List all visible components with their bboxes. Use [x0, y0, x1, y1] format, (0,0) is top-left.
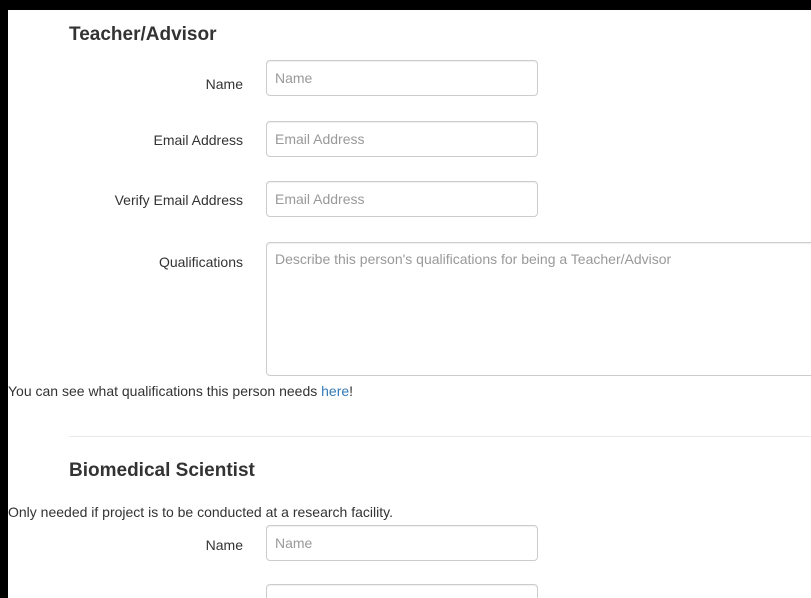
teacher-advisor-heading: Teacher/Advisor — [69, 24, 217, 45]
qualifications-help-text: You can see what qualifications this per… — [8, 382, 353, 400]
teacher-verify-email-input[interactable] — [266, 181, 538, 217]
scientist-name-input[interactable] — [266, 525, 538, 561]
teacher-email-input[interactable] — [266, 121, 538, 157]
scientist-name-label: Name — [205, 537, 243, 553]
biomedical-scientist-heading: Biomedical Scientist — [69, 460, 255, 481]
teacher-verify-email-label: Verify Email Address — [114, 192, 243, 208]
section-divider — [69, 436, 811, 437]
teacher-qualifications-label: Qualifications — [158, 254, 243, 270]
qualifications-help-link[interactable]: here — [321, 383, 349, 399]
scientist-email-input[interactable] — [266, 584, 538, 598]
teacher-qualifications-textarea[interactable] — [266, 242, 811, 376]
teacher-name-input[interactable] — [266, 60, 538, 96]
help-text-prefix: You can see what qualifications this per… — [8, 383, 322, 399]
help-text-suffix: ! — [349, 383, 354, 399]
teacher-email-label: Email Address — [153, 132, 243, 148]
biomedical-scientist-note: Only needed if project is to be conducte… — [8, 504, 393, 520]
form-page: Teacher/Advisor Name Email Address Verif… — [8, 10, 811, 598]
teacher-name-label: Name — [205, 76, 243, 92]
